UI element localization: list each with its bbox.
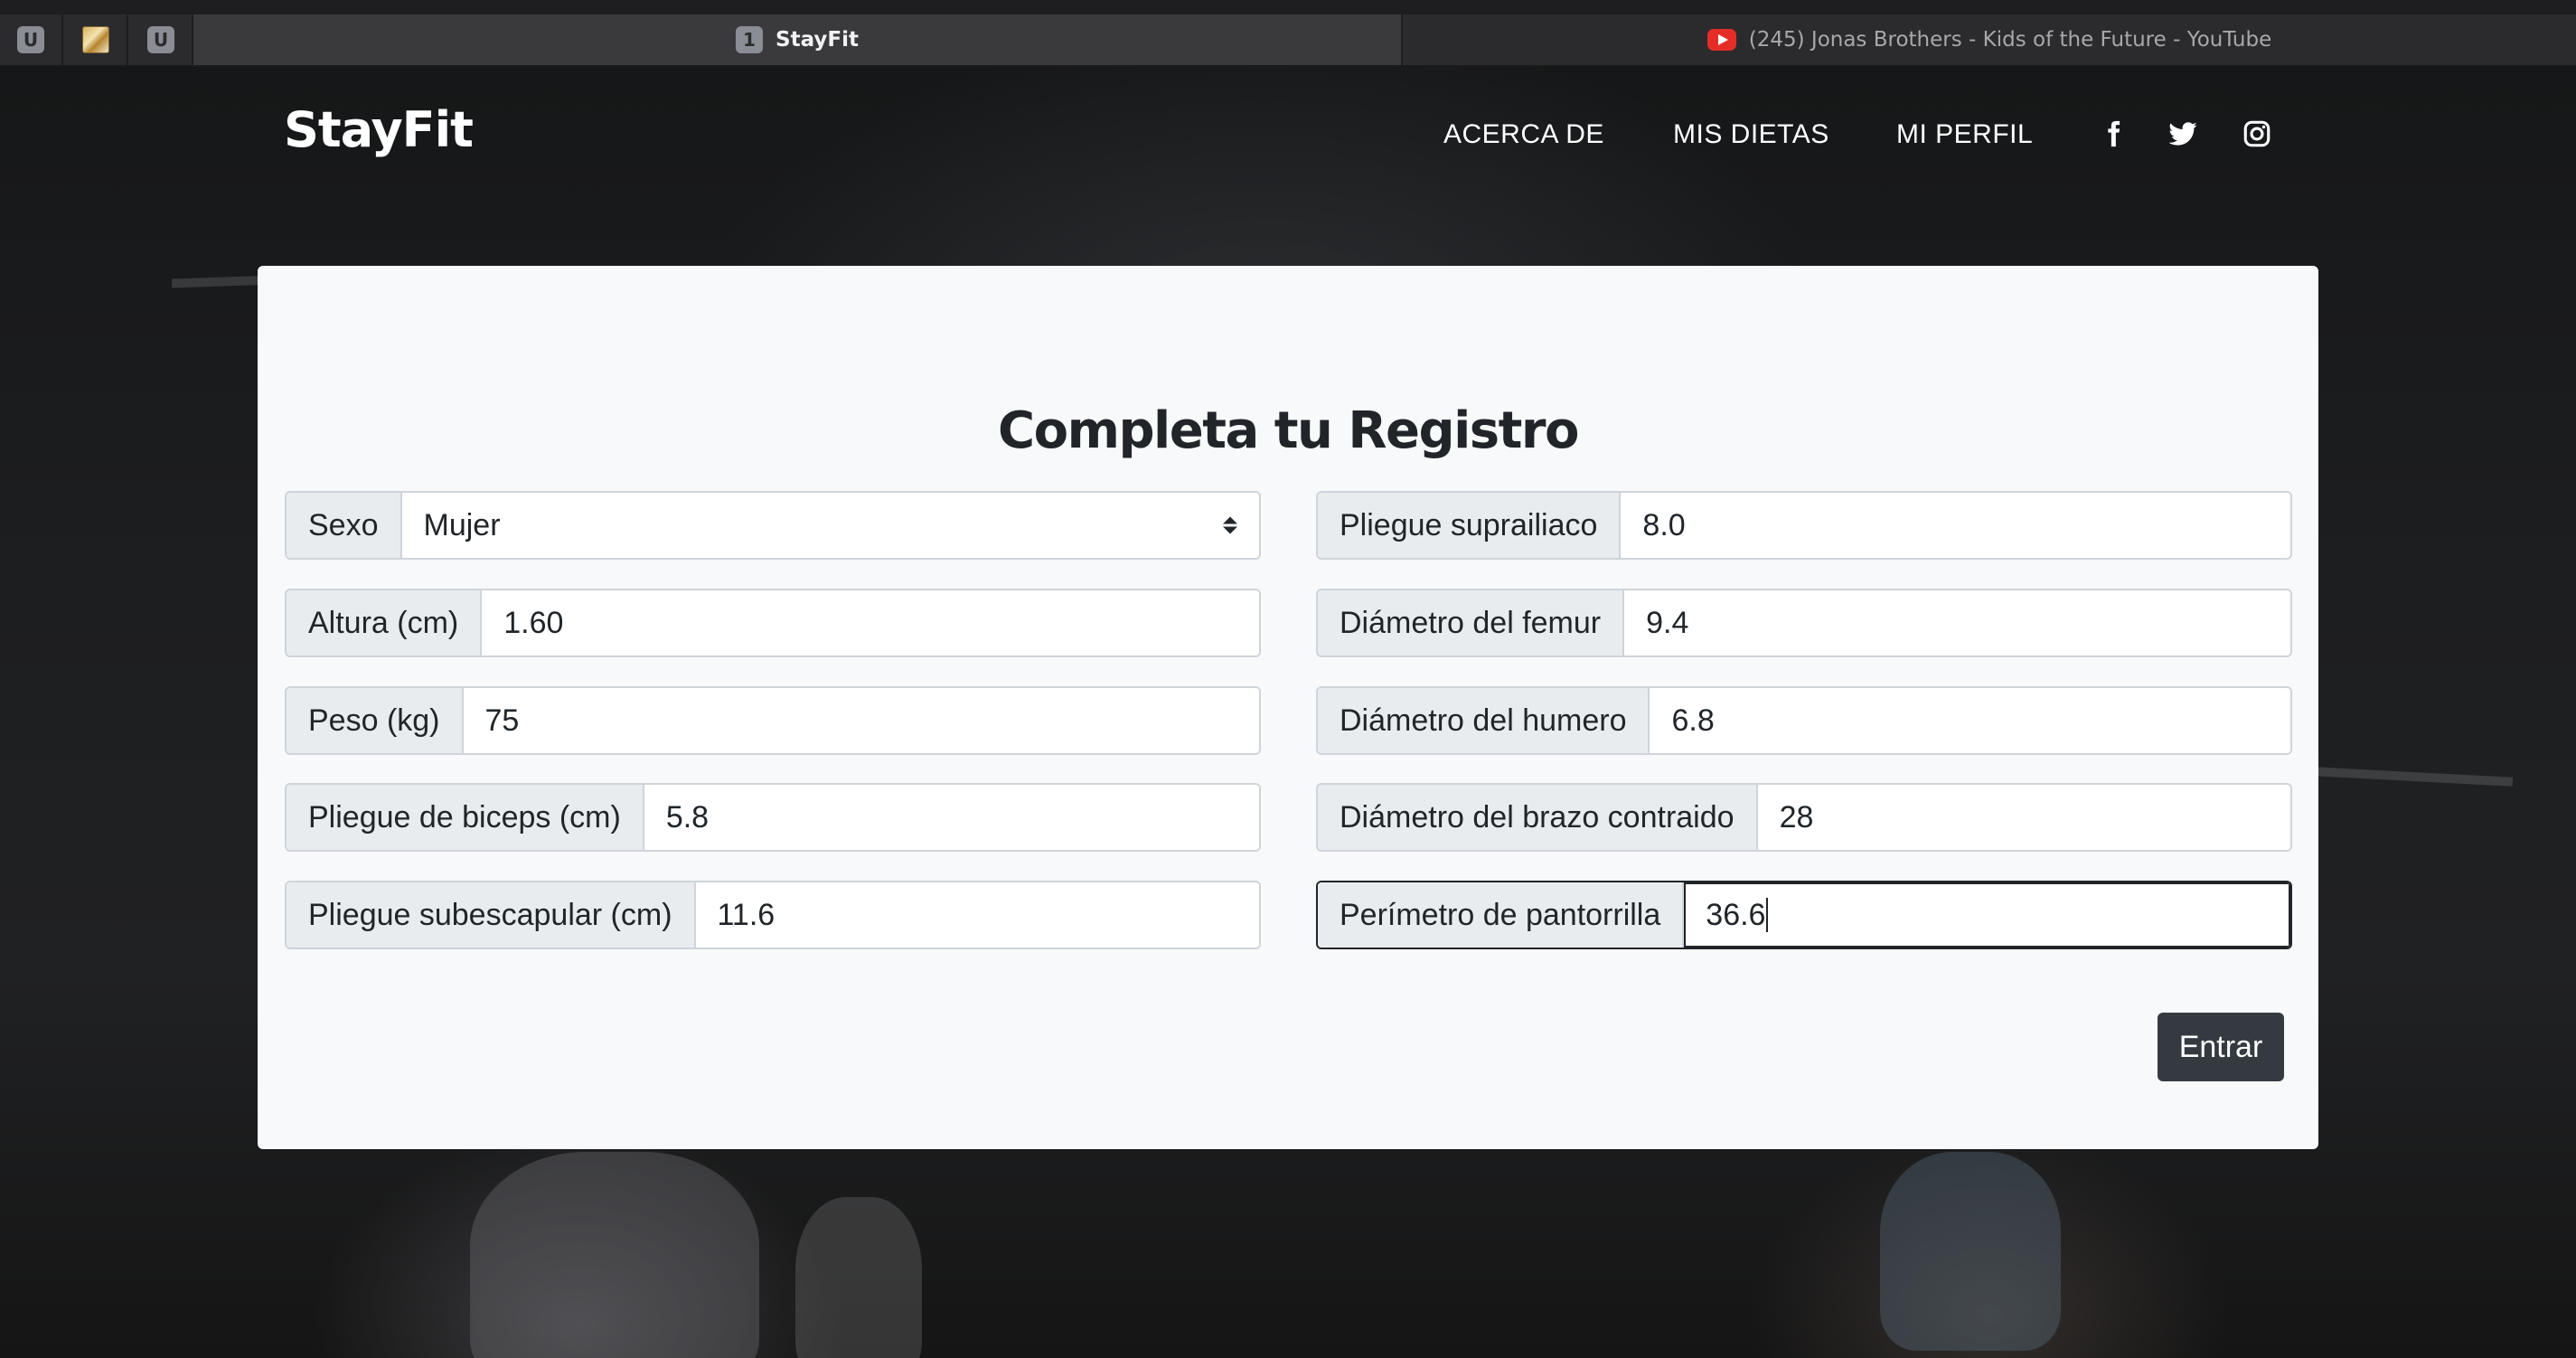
background-decor xyxy=(1880,1152,2061,1351)
select-value: Mujer xyxy=(423,507,501,542)
twitter-icon[interactable] xyxy=(2165,116,2201,152)
input-value: 36.6 xyxy=(1706,897,1766,932)
diametro-femur-field-group: Diámetro del femur 9.4 xyxy=(1316,589,2292,657)
pliegue-suprailiaco-field-group: Pliegue suprailiaco 8.0 xyxy=(1316,491,2292,560)
pliegue-subescapular-field-group: Pliegue subescapular (cm) 11.6 xyxy=(285,881,1261,949)
pinned-tab-3[interactable]: U xyxy=(130,14,193,65)
tab-title: StayFit xyxy=(776,28,859,52)
perimetro-pantorrilla-input[interactable]: 36.6 xyxy=(1684,882,2290,948)
youtube-icon xyxy=(1706,29,1736,51)
altura-field-group: Altura (cm) 1.60 xyxy=(285,589,1261,657)
pliegue-suprailiaco-input[interactable]: 8.0 xyxy=(1621,493,2290,558)
entrar-button[interactable]: Entrar xyxy=(2158,1013,2284,1081)
field-label: Pliegue de biceps (cm) xyxy=(287,785,644,850)
peso-input[interactable]: 75 xyxy=(463,688,1259,753)
tab-number-badge: 1 xyxy=(736,26,764,53)
page-background: StayFit ACERCA DE MIS DIETAS MI PERFIL C… xyxy=(0,67,2576,1358)
pliegue-biceps-input[interactable]: 5.8 xyxy=(644,785,1259,850)
peso-field-group: Peso (kg) 75 xyxy=(285,686,1261,755)
field-label: Diámetro del humero xyxy=(1318,688,1650,753)
diametro-femur-input[interactable]: 9.4 xyxy=(1624,590,2290,655)
field-label: Altura (cm) xyxy=(287,590,483,655)
background-decor xyxy=(470,1152,759,1358)
nav-link-acerca-de[interactable]: ACERCA DE xyxy=(1443,119,1604,150)
image-thumbnail-icon xyxy=(82,26,109,53)
background-decor xyxy=(795,1197,922,1358)
select-arrows-icon xyxy=(1223,516,1237,534)
diametro-humero-input[interactable]: 6.8 xyxy=(1650,688,2290,753)
diametro-brazo-field-group: Diámetro del brazo contraido 28 xyxy=(1316,783,2292,852)
nav-link-mi-perfil[interactable]: MI PERFIL xyxy=(1896,119,2033,150)
tab-stayfit[interactable]: 1 StayFit xyxy=(193,14,1401,65)
sexo-field-group: Sexo Mujer xyxy=(285,491,1261,560)
u-badge-icon: U xyxy=(17,26,44,53)
altura-input[interactable]: 1.60 xyxy=(482,590,1259,655)
text-caret xyxy=(1766,898,1769,932)
field-label: Perímetro de pantorrilla xyxy=(1318,882,1685,948)
registration-card: Completa tu Registro Sexo Mujer Altura (… xyxy=(258,266,2318,1149)
field-label: Diámetro del brazo contraido xyxy=(1318,785,1758,850)
field-label: Diámetro del femur xyxy=(1318,590,1625,655)
facebook-icon[interactable] xyxy=(2095,116,2131,152)
field-label: Sexo xyxy=(287,493,402,558)
field-label: Pliegue subescapular (cm) xyxy=(287,882,696,948)
form-title: Completa tu Registro xyxy=(998,401,1579,460)
diametro-humero-field-group: Diámetro del humero 6.8 xyxy=(1316,686,2292,755)
navbar: StayFit ACERCA DE MIS DIETAS MI PERFIL xyxy=(0,67,2576,203)
background-decor xyxy=(2313,767,2514,787)
pinned-tab-1[interactable]: U xyxy=(0,14,63,65)
pinned-tab-2[interactable] xyxy=(65,14,128,65)
browser-tab-strip: U U 1 StayFit (245) Jonas Brothers - Kid… xyxy=(0,0,2576,67)
u-badge-icon: U xyxy=(147,26,174,53)
nav-link-mis-dietas[interactable]: MIS DIETAS xyxy=(1673,119,1829,150)
field-label: Peso (kg) xyxy=(287,688,464,753)
perimetro-pantorrilla-field-group: Perímetro de pantorrilla 36.6 xyxy=(1316,881,2292,949)
tab-title: (245) Jonas Brothers - Kids of the Futur… xyxy=(1748,28,2272,52)
brand-logo[interactable]: StayFit xyxy=(284,101,474,158)
instagram-icon[interactable] xyxy=(2239,116,2275,152)
diametro-brazo-input[interactable]: 28 xyxy=(1757,785,2290,850)
field-label: Pliegue suprailiaco xyxy=(1318,493,1622,558)
sexo-select[interactable]: Mujer xyxy=(401,493,1259,558)
tab-youtube[interactable]: (245) Jonas Brothers - Kids of the Futur… xyxy=(1401,14,2576,65)
pliegue-biceps-field-group: Pliegue de biceps (cm) 5.8 xyxy=(285,783,1261,852)
pliegue-subescapular-input[interactable]: 11.6 xyxy=(695,882,1259,948)
